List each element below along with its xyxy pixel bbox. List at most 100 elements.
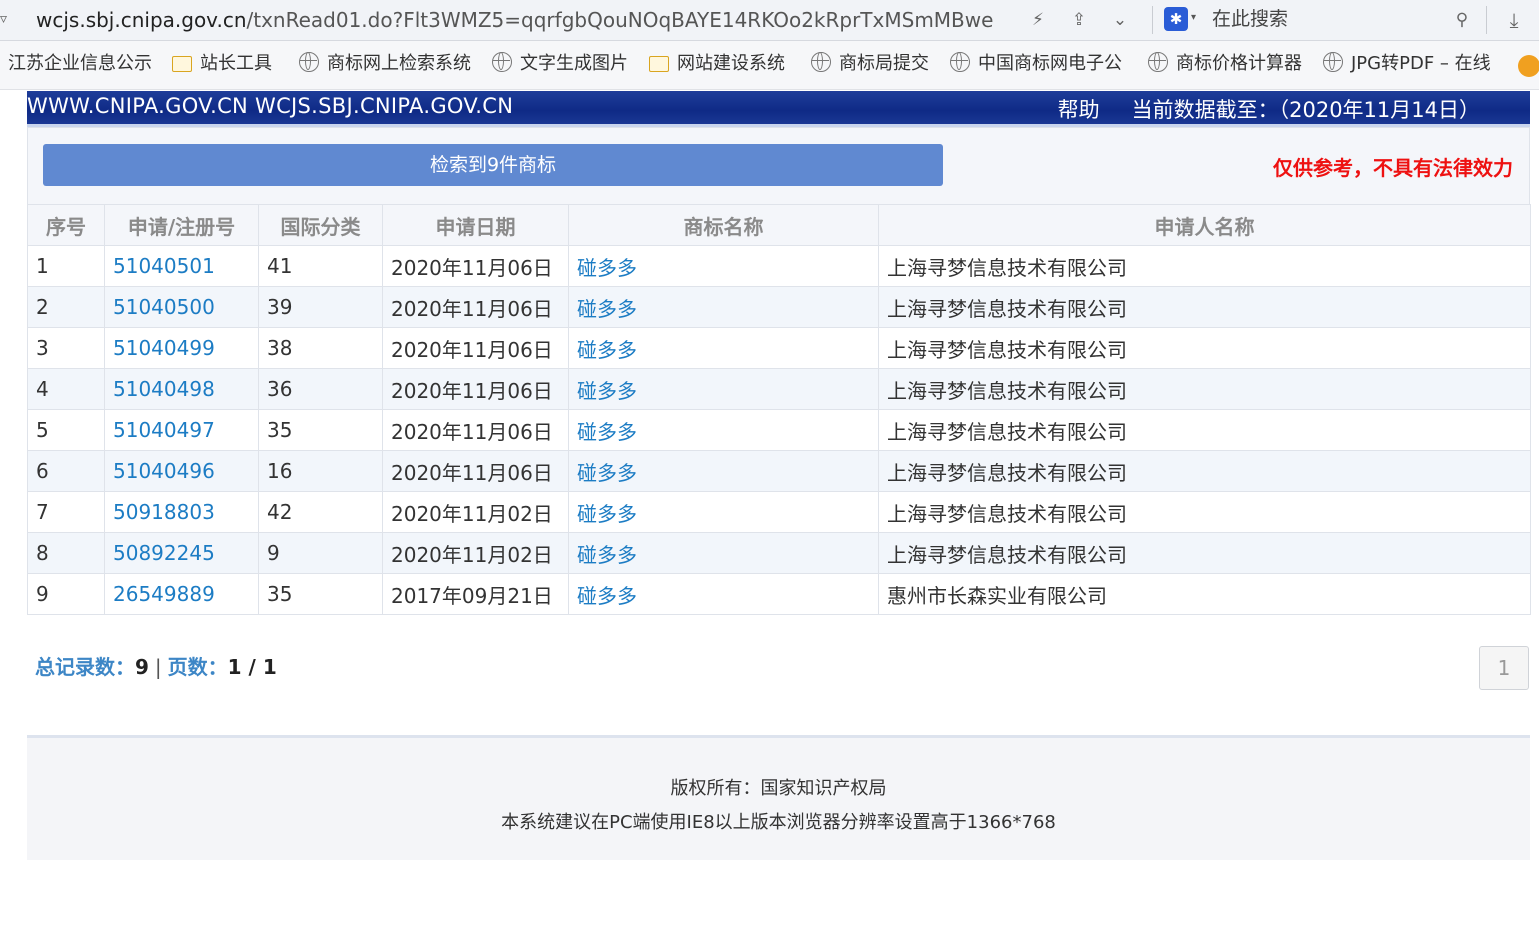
- cell-class: 39: [258, 286, 383, 328]
- bookmark-label: 商标局提交: [839, 53, 929, 74]
- reg-no-link[interactable]: 50918803: [104, 491, 259, 533]
- mark-name-link[interactable]: 碰多多: [568, 573, 879, 615]
- help-link[interactable]: 帮助: [1058, 98, 1100, 122]
- mark-name-link[interactable]: 碰多多: [568, 245, 879, 287]
- browser-search-input[interactable]: 在此搜索: [1212, 6, 1482, 32]
- cell-applicant: 上海寻梦信息技术有限公司: [878, 286, 1531, 328]
- cell-applicant: 上海寻梦信息技术有限公司: [878, 532, 1531, 574]
- search-engine-icon[interactable]: ✱: [1164, 7, 1188, 31]
- bookmark-label: 江苏企业信息公示: [8, 53, 152, 74]
- url-field[interactable]: wcjs.sbj.cnipa.gov.cn/txnRead01.do?Flt3W…: [36, 7, 1002, 33]
- bookmark-label: 网站建设系统: [677, 53, 785, 74]
- page-footer: 版权所有：国家知识产权局 本系统建议在PC端使用IE8以上版本浏览器分辨率设置高…: [27, 735, 1530, 860]
- share-icon[interactable]: ⇪: [1068, 9, 1090, 31]
- cell-class: 35: [258, 409, 383, 451]
- bookmark-jpg-to-pdf[interactable]: JPG转PDF – 在线: [1323, 51, 1501, 77]
- cell-applicant: 上海寻梦信息技术有限公司: [878, 450, 1531, 492]
- mark-name-link[interactable]: 碰多多: [568, 327, 879, 369]
- globe-icon: [1148, 52, 1168, 72]
- bookmark-label: 中国商标网电子公: [978, 53, 1122, 74]
- chevron-down-icon[interactable]: ⌄: [1109, 9, 1131, 31]
- cell-index: 3: [27, 327, 105, 369]
- cell-class: 36: [258, 368, 383, 410]
- col-header-applicant: 申请人名称: [878, 204, 1531, 246]
- reg-no-link[interactable]: 51040500: [104, 286, 259, 328]
- search-icon[interactable]: ⚲: [1451, 9, 1473, 31]
- cell-date: 2020年11月06日: [382, 450, 569, 492]
- cell-applicant: 惠州市长森实业有限公司: [878, 573, 1531, 615]
- cell-date: 2020年11月06日: [382, 245, 569, 287]
- bookmark-trademark-search[interactable]: 商标网上检索系统: [299, 51, 471, 77]
- table-row: 5 51040497 35 2020年11月06日 碰多多 上海寻梦信息技术有限…: [27, 409, 1531, 451]
- reg-no-link[interactable]: 51040501: [104, 245, 259, 287]
- folder-icon: [172, 56, 192, 72]
- table-row: 1 51040501 41 2020年11月06日 碰多多 上海寻梦信息技术有限…: [27, 245, 1531, 287]
- table-row: 9 26549889 35 2017年09月21日 碰多多 惠州市长森实业有限公…: [27, 573, 1531, 615]
- reg-no-link[interactable]: 51040497: [104, 409, 259, 451]
- divider: [1152, 6, 1153, 34]
- bookmark-label: 商标网上检索系统: [327, 53, 471, 74]
- table-row: 3 51040499 38 2020年11月06日 碰多多 上海寻梦信息技术有限…: [27, 327, 1531, 369]
- pager-separator: |: [154, 655, 162, 679]
- cell-applicant: 上海寻梦信息技术有限公司: [878, 491, 1531, 533]
- bookmark-jiangsu[interactable]: 江苏企业信息公示: [8, 51, 152, 77]
- cell-class: 16: [258, 450, 383, 492]
- table-row: 8 50892245 9 2020年11月02日 碰多多 上海寻梦信息技术有限公…: [27, 532, 1531, 574]
- trademark-table: 序号 申请/注册号 国际分类 申请日期 商标名称 申请人名称 1 5104050…: [27, 204, 1531, 615]
- app-icon[interactable]: [1518, 55, 1539, 77]
- col-header-class: 国际分类: [258, 204, 383, 246]
- cell-class: 42: [258, 491, 383, 533]
- globe-icon: [299, 52, 319, 72]
- col-header-mark-name: 商标名称: [568, 204, 879, 246]
- reg-no-link[interactable]: 51040496: [104, 450, 259, 492]
- mark-name-link[interactable]: 碰多多: [568, 286, 879, 328]
- tab-edge-icon: ▿: [0, 11, 8, 27]
- cell-class: 35: [258, 573, 383, 615]
- bookmark-webmaster-tools[interactable]: 站长工具: [172, 51, 272, 77]
- url-path: /txnRead01.do?Flt3WMZ5=qqrfgbQouNOqBAYE1…: [246, 8, 994, 32]
- cell-index: 7: [27, 491, 105, 533]
- reg-no-link[interactable]: 50892245: [104, 532, 259, 574]
- bookmark-site-builder[interactable]: 网站建设系统: [649, 51, 785, 77]
- mark-name-link[interactable]: 碰多多: [568, 491, 879, 533]
- mark-name-link[interactable]: 碰多多: [568, 532, 879, 574]
- footer-copyright: 版权所有：国家知识产权局: [670, 778, 887, 799]
- col-header-index: 序号: [27, 204, 105, 246]
- reg-no-link[interactable]: 26549889: [104, 573, 259, 615]
- mark-name-link[interactable]: 碰多多: [568, 368, 879, 410]
- data-date: 当前数据截至：（2020年11月14日）: [1131, 98, 1480, 122]
- bookmark-tm-office-submit[interactable]: 商标局提交: [811, 51, 929, 77]
- bookmark-china-tm-net[interactable]: 中国商标网电子公: [950, 51, 1125, 77]
- cell-applicant: 上海寻梦信息技术有限公司: [878, 409, 1531, 451]
- pages-value: 1 / 1: [227, 655, 277, 679]
- bookmark-tm-price-calc[interactable]: 商标价格计算器: [1148, 51, 1302, 77]
- reg-no-link[interactable]: 51040498: [104, 368, 259, 410]
- globe-icon: [492, 52, 512, 72]
- engine-caret-icon[interactable]: ▾: [1191, 12, 1196, 23]
- total-records-label: 总记录数：: [35, 655, 135, 679]
- globe-icon: [1323, 52, 1343, 72]
- table-row: 2 51040500 39 2020年11月06日 碰多多 上海寻梦信息技术有限…: [27, 286, 1531, 328]
- mark-name-link[interactable]: 碰多多: [568, 409, 879, 451]
- download-icon[interactable]: ⤓: [1503, 9, 1525, 31]
- result-count-button[interactable]: 检索到9件商标: [43, 144, 943, 186]
- page-1-button[interactable]: 1: [1479, 646, 1529, 690]
- cell-class: 9: [258, 532, 383, 574]
- col-header-date: 申请日期: [382, 204, 569, 246]
- cell-index: 8: [27, 532, 105, 574]
- reg-no-link[interactable]: 51040499: [104, 327, 259, 369]
- pager-summary: 总记录数：9 | 页数：1 / 1: [35, 651, 277, 680]
- pages-label: 页数：: [167, 655, 228, 679]
- table-row: 6 51040496 16 2020年11月06日 碰多多 上海寻梦信息技术有限…: [27, 450, 1531, 492]
- bookmark-text-to-image[interactable]: 文字生成图片: [492, 51, 628, 77]
- cell-class: 41: [258, 245, 383, 287]
- table-row: 4 51040498 36 2020年11月06日 碰多多 上海寻梦信息技术有限…: [27, 368, 1531, 410]
- cell-date: 2017年09月21日: [382, 573, 569, 615]
- cell-date: 2020年11月06日: [382, 368, 569, 410]
- cell-applicant: 上海寻梦信息技术有限公司: [878, 245, 1531, 287]
- total-records-value: 9: [135, 655, 149, 679]
- lightning-icon[interactable]: ⚡: [1027, 9, 1049, 31]
- bookmark-label: 站长工具: [200, 53, 272, 74]
- cell-applicant: 上海寻梦信息技术有限公司: [878, 368, 1531, 410]
- mark-name-link[interactable]: 碰多多: [568, 450, 879, 492]
